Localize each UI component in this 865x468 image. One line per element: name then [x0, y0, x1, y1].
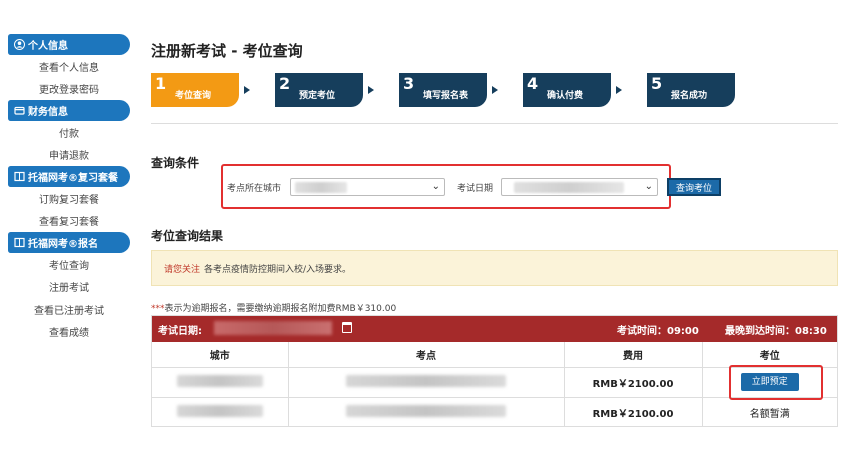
step-1: 1 考位查询: [151, 73, 250, 109]
progress-steps: 1 考位查询 2 预定考位 3 填写报名表 4 确认付费 5 报名成功: [151, 73, 791, 109]
sidebar: 个人信息 查看个人信息 更改登录密码 财务信息 付款 申请退款 托福网考®复习套…: [8, 34, 130, 343]
calendar-icon: [342, 322, 352, 333]
redacted-value: [176, 404, 263, 417]
column-header-seat: 考位: [702, 342, 837, 368]
table-row: RMB￥2100.00 名额暂满: [152, 397, 837, 427]
step-number: 5: [651, 74, 663, 93]
search-seat-button[interactable]: 查询考位: [667, 178, 721, 196]
redacted-value: [514, 182, 624, 193]
table-header-row: 城市 考点 费用 考位: [152, 342, 837, 368]
latest-arrival-time: 最晚到达时间：08:30: [725, 325, 827, 337]
sidebar-section-review-package[interactable]: 托福网考®复习套餐: [8, 166, 130, 187]
step-3: 3 填写报名表: [399, 73, 498, 109]
book-button-highlight-outline: [729, 365, 823, 400]
city-cell: [152, 367, 289, 398]
sidebar-item-change-password[interactable]: 更改登录密码: [8, 78, 130, 101]
city-cell: [152, 397, 289, 427]
late-fee-footnote: ***表示为逾期报名，需要缴纳逾期报名附加费RMB￥310.00: [151, 301, 396, 314]
sidebar-section-title: 托福网考®报名: [28, 239, 98, 250]
step-label: 报名成功: [671, 91, 708, 101]
step-number: 2: [279, 74, 291, 93]
center-cell: [288, 367, 565, 398]
seat-status-cell: 名额暂满: [749, 408, 790, 420]
column-header-city: 城市: [152, 342, 289, 368]
redacted-date: [214, 321, 332, 335]
notice-highlight: 请您关注: [164, 264, 201, 275]
step-5: 5 报名成功: [647, 73, 735, 109]
fee-cell: RMB￥2100.00: [564, 367, 703, 398]
redacted-value: [346, 374, 506, 387]
fee-cell: RMB￥2100.00: [564, 397, 703, 427]
date-select[interactable]: ⌄: [501, 178, 658, 196]
city-label: 考点所在城市: [227, 184, 282, 194]
step-label: 考位查询: [175, 91, 212, 101]
sidebar-item-view-profile[interactable]: 查看个人信息: [8, 55, 130, 78]
redacted-value: [346, 404, 506, 417]
arrow-right-icon: [368, 86, 374, 94]
sidebar-section-personal[interactable]: 个人信息: [8, 34, 130, 55]
sidebar-section-title: 托福网考®复习套餐: [28, 173, 118, 184]
sidebar-item-register-exam[interactable]: 注册考试: [8, 276, 130, 299]
user-icon: [14, 39, 25, 50]
results-section-title: 考位查询结果: [151, 229, 224, 243]
footnote-text: 表示为逾期报名，需要缴纳逾期报名附加费RMB￥310.00: [164, 304, 397, 314]
step-number: 4: [527, 74, 539, 93]
step-label: 预定考位: [299, 91, 336, 101]
step-label: 确认付费: [547, 91, 584, 101]
notice-banner: 请您关注 各考点疫情防控期间入校/入场要求。: [151, 250, 838, 286]
wallet-icon: [14, 105, 25, 116]
date-label: 考试日期: [457, 184, 494, 194]
sidebar-section-registration[interactable]: 托福网考®报名: [8, 232, 130, 253]
sidebar-item-refund[interactable]: 申请退款: [8, 144, 130, 167]
arrow-right-icon: [244, 86, 250, 94]
column-header-center: 考点: [288, 342, 565, 368]
notice-text: 各考点疫情防控期间入校/入场要求。: [204, 264, 352, 275]
step-number: 3: [403, 74, 415, 93]
step-label: 填写报名表: [423, 91, 469, 101]
chevron-down-icon: ⌄: [644, 181, 653, 192]
sidebar-section-title: 财务信息: [28, 107, 68, 118]
sidebar-item-order-package[interactable]: 订购复习套餐: [8, 187, 130, 210]
exam-time: 考试时间：09:00: [617, 325, 699, 337]
step-2: 2 预定考位: [275, 73, 374, 109]
redacted-value: [295, 182, 347, 193]
sidebar-item-payment[interactable]: 付款: [8, 121, 130, 144]
sidebar-section-title: 个人信息: [28, 41, 68, 52]
sidebar-section-finance[interactable]: 财务信息: [8, 100, 130, 121]
divider: [151, 123, 838, 124]
exam-date-label: 考试日期:: [158, 325, 202, 337]
city-select[interactable]: ⌄: [290, 178, 445, 196]
redacted-value: [176, 374, 263, 387]
footnote-star: ***: [151, 304, 165, 314]
book-icon: [14, 171, 25, 182]
book-icon: [14, 237, 25, 248]
center-cell: [288, 397, 565, 427]
sidebar-item-view-registered[interactable]: 查看已注册考试: [8, 298, 130, 321]
query-section-title: 查询条件: [151, 156, 200, 170]
chevron-down-icon: ⌄: [431, 181, 440, 192]
sidebar-item-seat-search[interactable]: 考位查询: [8, 253, 130, 276]
column-header-fee: 费用: [564, 342, 703, 368]
step-number: 1: [155, 74, 167, 93]
results-header-bar: 考试日期: 考试时间：09:00 最晚到达时间：08:30: [152, 316, 837, 342]
sidebar-item-view-package[interactable]: 查看复习套餐: [8, 210, 130, 233]
sidebar-item-view-scores[interactable]: 查看成绩: [8, 321, 130, 344]
page-title: 注册新考试 - 考位查询: [151, 42, 303, 60]
arrow-right-icon: [616, 86, 622, 94]
arrow-right-icon: [492, 86, 498, 94]
main-content: 注册新考试 - 考位查询 1 考位查询 2 预定考位 3 填写报名表 4 确认付…: [151, 30, 841, 427]
step-4: 4 确认付费: [523, 73, 622, 109]
